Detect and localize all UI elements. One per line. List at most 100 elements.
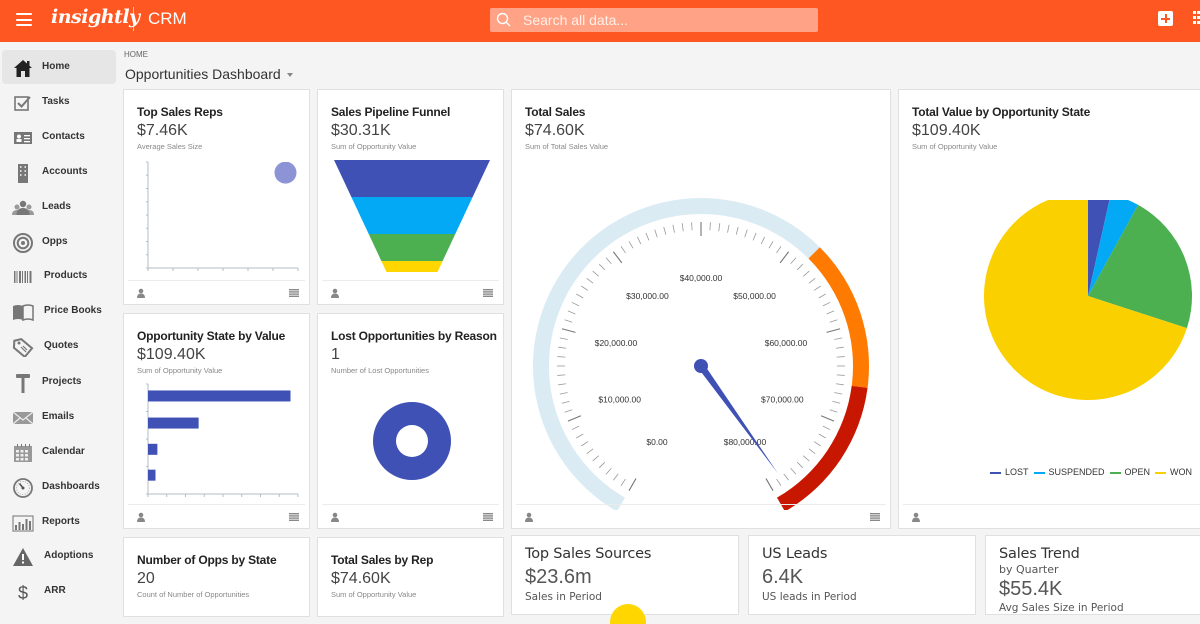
sidebar-item-projects[interactable]: Projects: [2, 365, 116, 399]
bar: [148, 443, 158, 455]
card-footer: [516, 504, 886, 528]
contact-card-icon: [12, 128, 34, 148]
gauge-minor-tick: [567, 310, 576, 315]
card-number-of-opps-by-state[interactable]: Number of Opps by State 20 Count of Numb…: [123, 537, 310, 617]
gauge-minor-tick: [613, 473, 619, 481]
user-icon[interactable]: [330, 512, 340, 522]
card-subtitle: Avg Sales Size in Period: [999, 602, 1124, 614]
sidebar-item-label: Leads: [42, 201, 71, 212]
card-subtitle: Sum of Total Sales Value: [525, 142, 609, 151]
card-us-leads[interactable]: US Leads 6.4K US leads in Period: [748, 535, 976, 615]
search-input[interactable]: [523, 10, 808, 30]
gauge-minor-tick: [752, 232, 757, 241]
card-total-sales-by-rep[interactable]: Total Sales by Rep $74.60K Sum of Opport…: [317, 537, 504, 617]
card-title: Total Value by Opportunity State: [912, 105, 1091, 119]
gauge-minor-tick: [783, 473, 789, 481]
search-box[interactable]: [490, 8, 818, 32]
card-title: Opportunity State by Value: [137, 329, 286, 343]
user-icon[interactable]: [524, 512, 534, 522]
gauge-major-tick: [628, 478, 637, 491]
gauge-major-tick: [820, 415, 835, 422]
funnel-stage: [381, 261, 443, 272]
gauge-band: [808, 247, 869, 388]
card-value: $30.31K: [331, 122, 391, 139]
sidebar-item-leads[interactable]: Leads: [2, 190, 116, 224]
user-icon[interactable]: [136, 288, 146, 298]
add-new-button[interactable]: [1158, 11, 1173, 26]
search-icon: [496, 12, 511, 27]
gauge-tick-label: $30,000.00: [626, 291, 669, 301]
list-view-icon[interactable]: [289, 289, 299, 297]
gauge-major-tick: [612, 251, 623, 264]
gauge-icon: [12, 478, 34, 498]
sidebar-item-opps[interactable]: Opps: [2, 225, 116, 259]
list-view-icon[interactable]: [483, 289, 493, 297]
legend-item-won[interactable]: WON: [1152, 467, 1194, 477]
gauge-tick-label: $0.00: [646, 437, 668, 447]
warning-icon: [12, 547, 34, 567]
sidebar-item-tasks[interactable]: Tasks: [2, 85, 116, 119]
sidebar-item-calendar[interactable]: Calendar: [2, 435, 116, 469]
card-top-sales-sources[interactable]: Top Sales Sources $23.6m Sales in Period: [511, 535, 739, 624]
sidebar-item-reports[interactable]: Reports: [2, 505, 116, 539]
card-value: 1: [331, 346, 340, 363]
sidebar-item-home[interactable]: Home: [2, 50, 116, 84]
sidebar-item-label: Contacts: [42, 131, 85, 142]
sidebar-item-arr[interactable]: $ ARR: [2, 574, 116, 608]
target-icon: [12, 233, 34, 253]
list-view-icon[interactable]: [483, 513, 493, 521]
gauge-minor-tick: [581, 285, 589, 291]
sidebar-item-label: Calendar: [42, 446, 85, 457]
gauge-minor-tick: [636, 236, 642, 245]
card-lost-opportunities-by-reason[interactable]: Lost Opportunities by Reason 1 Number of…: [317, 313, 504, 529]
gauge-minor-tick: [834, 337, 843, 340]
card-subtitle: Sum of Opportunity Value: [137, 366, 223, 375]
user-icon[interactable]: [330, 288, 340, 298]
card-sales-trend[interactable]: Sales Trend by Quarter $55.4K Avg Sales …: [985, 535, 1200, 615]
gauge-minor-tick: [776, 478, 782, 486]
sidebar-item-price-books[interactable]: Price Books: [2, 294, 116, 328]
sidebar-item-contacts[interactable]: Contacts: [2, 120, 116, 154]
funnel-stage: [334, 160, 490, 197]
dashboard-selector[interactable]: Opportunities Dashboard: [125, 66, 293, 82]
funnel-chart: [334, 160, 490, 272]
card-title: US Leads: [762, 546, 828, 562]
legend-item-open[interactable]: OPEN: [1107, 467, 1153, 477]
menu-icon[interactable]: [16, 13, 32, 26]
hammer-icon: [12, 373, 34, 393]
sidebar-item-label: Quotes: [44, 340, 79, 351]
card-subtitle: Average Sales Size: [137, 142, 203, 151]
sidebar-item-dashboards[interactable]: Dashboards: [2, 470, 116, 504]
legend-label: OPEN: [1124, 467, 1151, 477]
gauge-minor-tick: [836, 374, 845, 376]
apps-grid-icon[interactable]: [1193, 11, 1200, 27]
sidebar-item-emails[interactable]: Emails: [2, 400, 116, 434]
card-footer: [322, 504, 499, 528]
card-opportunity-state-by-value[interactable]: Opportunity State by Value $109.40K Sum …: [123, 313, 310, 529]
user-icon[interactable]: [136, 512, 146, 522]
list-view-icon[interactable]: [870, 513, 880, 521]
card-title: Top Sales Sources: [525, 546, 652, 562]
sidebar-item-accounts[interactable]: Accounts: [2, 155, 116, 189]
list-view-icon[interactable]: [289, 513, 299, 521]
user-icon[interactable]: [911, 512, 921, 522]
gauge-needle: [698, 363, 778, 474]
sidebar-item-products[interactable]: Products: [2, 259, 116, 293]
legend-item-suspended[interactable]: SUSPENDED: [1031, 467, 1107, 477]
legend-item-lost[interactable]: LOST: [987, 467, 1031, 477]
card-subtitle: Number of Lost Opportunities: [331, 366, 429, 375]
page-title: Opportunities Dashboard: [125, 66, 281, 82]
card-sales-pipeline-funnel[interactable]: Sales Pipeline Funnel $30.31K Sum of Opp…: [317, 89, 504, 305]
breadcrumb[interactable]: HOME: [124, 50, 148, 59]
card-top-sales-reps[interactable]: Top Sales Reps $7.46K Average Sales Size: [123, 89, 310, 305]
sidebar-item-adoptions[interactable]: Adoptions: [2, 539, 116, 573]
brand-logo[interactable]: insightly: [51, 6, 140, 28]
card-total-value-by-state[interactable]: Total Value by Opportunity State $109.40…: [898, 89, 1200, 529]
building-icon: [12, 163, 34, 183]
horizontal-bar-chart: [146, 383, 299, 497]
sidebar-item-quotes[interactable]: Quotes: [2, 329, 116, 363]
card-total-sales[interactable]: Total Sales $74.60K Sum of Total Sales V…: [511, 89, 891, 529]
gauge-minor-tick: [586, 278, 594, 284]
card-value: $23.6m: [525, 566, 592, 588]
gauge-tick-label: $50,000.00: [733, 291, 776, 301]
